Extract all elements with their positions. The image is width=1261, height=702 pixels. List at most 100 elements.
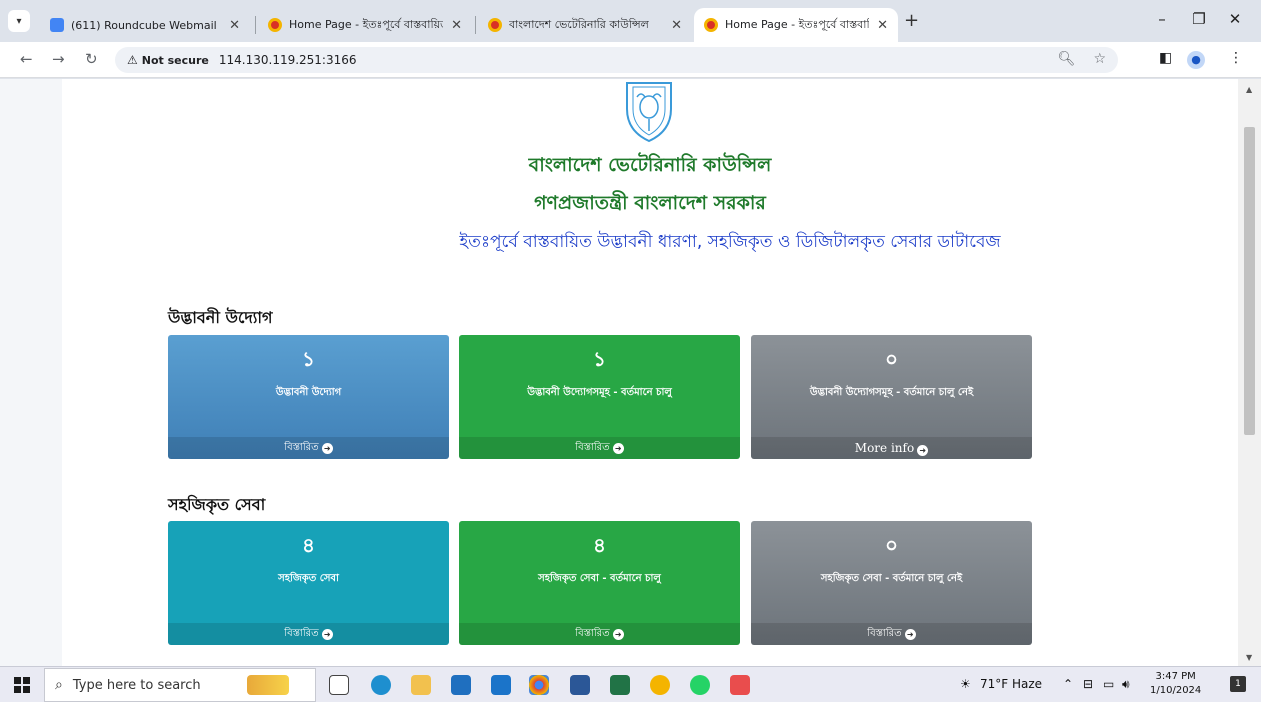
clock-date[interactable]: 1/10/2024: [1150, 684, 1201, 698]
profile-avatar-icon[interactable]: ●: [1187, 51, 1205, 69]
card-label: সহজিকৃত সেবা - বর্তমানে চালু: [538, 573, 661, 584]
arrow-circle-right-icon[interactable]: ➜: [321, 629, 333, 640]
card-more-info-link[interactable]: More info ➜: [751, 437, 1032, 459]
tab-title: (611) Roundcube Webmail :: Se: [71, 18, 221, 32]
stat-card-innovation-inactive: ০ উদ্ভাবনী উদ্যোগসমূহ - বর্তমানে চালু নে…: [751, 335, 1032, 459]
stat-card-service-inactive: ০ সহজিকৃত সেবা - বর্তমানে চালু নেই বিস্ত…: [751, 521, 1032, 645]
tab-title: বাংলাদেশ ভেটেরিনারি কাউন্সিল: [509, 17, 649, 31]
network-icon[interactable]: ⊟: [1083, 677, 1093, 691]
windows-taskbar: ⌕ Type here to search ☀ 71°F Haze ⌃ ⊟ ▭ …: [0, 666, 1261, 702]
taskbar-clock[interactable]: 3:47 PM 1/10/2024: [1150, 670, 1201, 698]
search-highlight-icon[interactable]: [247, 675, 289, 695]
card-label: উদ্ভাবনী উদ্যোগসমূহ - বর্তমানে চালু: [527, 387, 672, 398]
reload-icon[interactable]: ↻: [85, 50, 98, 68]
mail-icon[interactable]: [491, 675, 511, 695]
arrow-circle-right-icon[interactable]: ➜: [612, 443, 624, 454]
card-footer-text[interactable]: বিস্তারিত: [575, 442, 609, 453]
kebab-menu-icon[interactable]: ⋮: [1229, 50, 1243, 66]
close-icon[interactable]: ✕: [451, 18, 462, 33]
card-footer-text[interactable]: বিস্তারিত: [284, 442, 318, 453]
card-details-link[interactable]: বিস্তারিত ➜: [459, 437, 740, 459]
weather-icon[interactable]: ☀: [960, 677, 971, 691]
close-icon[interactable]: ✕: [229, 18, 240, 33]
app-icon[interactable]: [650, 675, 670, 695]
card-count: ১: [593, 347, 606, 371]
edge-icon[interactable]: [371, 675, 391, 695]
council-logo-icon: [626, 82, 672, 143]
card-count: ০: [884, 347, 898, 371]
excel-icon[interactable]: [610, 675, 630, 695]
card-count: ৪: [302, 533, 315, 557]
card-details-link[interactable]: বিস্তারিত ➜: [168, 623, 449, 645]
zoom-icon[interactable]: 🔍︎: [1058, 51, 1076, 67]
whatsapp-icon[interactable]: [690, 675, 710, 695]
notification-icon[interactable]: 1: [1230, 676, 1246, 692]
arrow-circle-right-icon[interactable]: ➜: [917, 445, 929, 456]
minimize-icon[interactable]: –: [1147, 10, 1177, 28]
forward-icon[interactable]: →: [52, 50, 65, 68]
card-details-link[interactable]: বিস্তারিত ➜: [168, 437, 449, 459]
card-count: ৪: [593, 533, 606, 557]
card-count: ১: [302, 347, 315, 371]
card-details-link[interactable]: বিস্তারিত ➜: [459, 623, 740, 645]
tab-title: Home Page - ইতঃপূর্বে বাস্তবায়িত: [725, 17, 870, 31]
weather-text[interactable]: 71°F Haze: [980, 677, 1042, 691]
arrow-circle-right-icon[interactable]: ➜: [904, 629, 916, 640]
browser-tab-strip: ▾ (611) Roundcube Webmail :: Se ✕ Home P…: [0, 0, 1261, 42]
council-name-heading: বাংলাদেশ ভেটেরিনারি কাউন্সিল: [528, 154, 772, 176]
tray-chevron-icon[interactable]: ⌃: [1063, 677, 1073, 691]
stat-card-service-total: ৪ সহজিকৃত সেবা বিস্তারিত ➜: [168, 521, 449, 645]
scroll-up-arrow-icon[interactable]: ▲: [1246, 85, 1252, 94]
card-label: উদ্ভাবনী উদ্যোগ: [275, 387, 342, 398]
task-view-icon[interactable]: [329, 675, 349, 695]
roundcube-icon: [50, 18, 64, 32]
window-close-icon[interactable]: ✕: [1220, 10, 1250, 28]
tab-search-chevron-icon[interactable]: ▾: [8, 10, 30, 32]
stat-card-service-active: ৪ সহজিকৃত সেবা - বর্তমানে চালু বিস্তারিত…: [459, 521, 740, 645]
close-icon[interactable]: ✕: [671, 18, 682, 33]
windows-start-icon[interactable]: [14, 677, 30, 693]
new-tab-button[interactable]: +: [904, 10, 919, 31]
stat-card-innovation-active: ১ উদ্ভাবনী উদ্যোগসমূহ - বর্তমানে চালু বি…: [459, 335, 740, 459]
url-text[interactable]: 114.130.119.251:3166: [219, 53, 357, 67]
store-icon[interactable]: [451, 675, 471, 695]
back-icon[interactable]: ←: [20, 50, 33, 68]
tab-council[interactable]: বাংলাদেশ ভেটেরিনারি কাউন্সিল ✕: [478, 8, 692, 42]
clock-time[interactable]: 3:47 PM: [1150, 670, 1201, 684]
security-label[interactable]: Not secure: [142, 54, 209, 67]
restore-icon[interactable]: ❐: [1184, 10, 1214, 28]
bookmark-star-icon[interactable]: ☆: [1093, 51, 1106, 67]
warning-icon[interactable]: ⚠: [127, 53, 138, 67]
card-label: সহজিকৃত সেবা - বর্তমানে চালু নেই: [820, 573, 963, 584]
arrow-circle-right-icon[interactable]: ➜: [321, 443, 333, 454]
display-icon[interactable]: ▭: [1103, 677, 1114, 691]
database-title: ইতঃপূর্বে বাস্তবায়িত উদ্ভাবনী ধারণা, সহ…: [459, 232, 1001, 252]
tab-home-page-active[interactable]: Home Page - ইতঃপূর্বে বাস্তবায়িত ✕: [694, 8, 898, 42]
card-footer-text[interactable]: বিস্তারিত: [284, 628, 318, 639]
word-icon[interactable]: [570, 675, 590, 695]
card-footer-text[interactable]: বিস্তারিত: [575, 628, 609, 639]
tab-home-page-1[interactable]: Home Page - ইতঃপূর্বে বাস্তবায়িত ✕: [258, 8, 472, 42]
card-details-link[interactable]: বিস্তারিত ➜: [751, 623, 1032, 645]
card-label: সহজিকৃত সেবা: [278, 573, 339, 584]
chrome-icon[interactable]: [529, 675, 549, 695]
close-icon[interactable]: ✕: [877, 18, 888, 33]
card-footer-text[interactable]: বিস্তারিত: [867, 628, 901, 639]
arrow-circle-right-icon[interactable]: ➜: [612, 629, 624, 640]
address-bar[interactable]: ⚠ Not secure 114.130.119.251:3166 🔍︎ ☆: [115, 47, 1118, 73]
bvc-icon: [488, 18, 502, 32]
page-scrollbar[interactable]: ▲ ▼: [1238, 79, 1261, 666]
scroll-down-arrow-icon[interactable]: ▼: [1246, 653, 1252, 662]
card-footer-text[interactable]: More info: [855, 441, 914, 455]
tab-roundcube[interactable]: (611) Roundcube Webmail :: Se ✕: [40, 8, 250, 42]
volume-icon[interactable]: 🔊︎: [1122, 677, 1130, 692]
page-content: বাংলাদেশ ভেটেরিনারি কাউন্সিল গণপ্রজাতন্ত…: [62, 79, 1238, 666]
section-title-innovation: উদ্ভাবনী উদ্যোগ: [168, 308, 273, 327]
government-heading: গণপ্রজাতন্ত্রী বাংলাদেশ সরকার: [534, 192, 766, 214]
file-explorer-icon[interactable]: [411, 675, 431, 695]
tab-separator: [255, 16, 256, 34]
bangla-keyboard-icon[interactable]: [730, 675, 750, 695]
side-panel-icon[interactable]: ◧: [1159, 50, 1172, 66]
search-placeholder[interactable]: Type here to search: [73, 678, 201, 693]
scrollbar-thumb[interactable]: [1244, 127, 1255, 435]
